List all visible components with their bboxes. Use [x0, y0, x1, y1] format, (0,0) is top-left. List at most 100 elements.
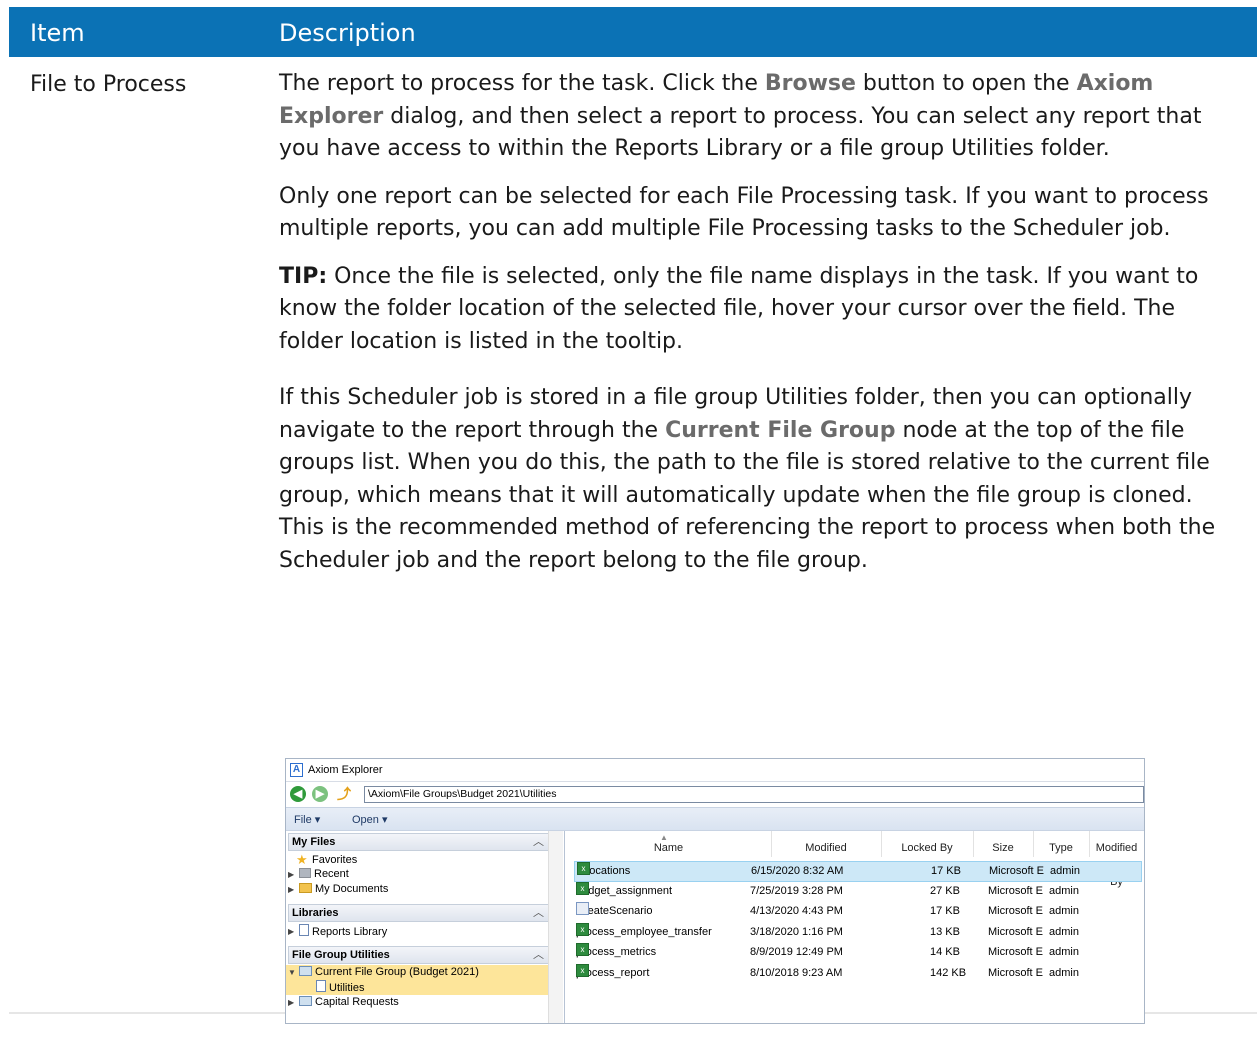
- excel-file-icon: x: [576, 922, 589, 936]
- file-modified-by: admin: [1049, 905, 1079, 918]
- file-name: x process_employee_transfer: [576, 922, 712, 938]
- file-size: 14 KB: [930, 946, 960, 959]
- tip-label: TIP:: [279, 263, 328, 289]
- excel-file-icon: x: [576, 881, 589, 895]
- report-icon: [299, 924, 309, 936]
- explorer-address-bar: ◀ ▶ ⤴ \Axiom\File Groups\Budget 2021\Uti…: [286, 783, 1144, 805]
- file-name: x process_report: [576, 964, 650, 979]
- utilities-folder-icon: [316, 980, 326, 992]
- excel-file-icon: x: [576, 943, 589, 957]
- forward-arrow-icon[interactable]: ▶: [312, 786, 328, 802]
- tree-my-documents[interactable]: ▶ My Documents: [286, 882, 388, 897]
- file-type: Microsoft E: [989, 865, 1045, 877]
- sheet-file-icon: [576, 902, 589, 916]
- explorer-nav-pane: My Files ︿ ★ Favorites ▶ Recent ▶ My Documen…: [286, 831, 565, 1023]
- col-name[interactable]: ▲ Name: [566, 831, 772, 857]
- file-modified-by: admin: [1049, 925, 1079, 938]
- file-row[interactable]: x budget_assignment 7/25/2019 3:28 PM 27 KB…: [574, 881, 1140, 901]
- collapse-icon[interactable]: ▼: [288, 965, 298, 980]
- file-group-icon: [299, 996, 312, 1006]
- nav-scrollbar[interactable]: [548, 831, 563, 1023]
- file-size: 27 KB: [930, 884, 960, 897]
- back-arrow-icon[interactable]: ◀: [290, 786, 306, 802]
- up-folder-icon[interactable]: ⤴: [336, 786, 352, 802]
- address-field[interactable]: \Axiom\File Groups\Budget 2021\Utilities: [364, 786, 1144, 803]
- table-header: Item Description: [9, 7, 1257, 57]
- section-my-files[interactable]: My Files ︿: [288, 833, 551, 851]
- recent-icon: [299, 868, 311, 878]
- file-row[interactable]: x Allocations 6/15/2020 8:32 AM 17 KB Micros…: [574, 861, 1142, 882]
- paragraph-1: The report to process for the task. Clic…: [279, 71, 1202, 161]
- tree-recent[interactable]: ▶ Recent: [286, 867, 349, 882]
- current-file-group-term: Current File Group: [665, 417, 896, 443]
- expand-icon[interactable]: ▶: [288, 924, 298, 939]
- header-item: Item: [30, 19, 85, 47]
- file-size: 142 KB: [930, 967, 967, 979]
- axiom-logo-icon: A: [290, 763, 303, 777]
- tree-reports-library[interactable]: ▶ Reports Library: [286, 924, 387, 939]
- explorer-file-list: ▲ Name Modified Locked By Size Type Modif…: [566, 831, 1144, 1023]
- chevron-up-icon: ︿: [533, 836, 544, 848]
- file-row[interactable]: x process_report 8/10/2018 9:23 AM 142 KB Mi…: [574, 964, 1140, 983]
- tree-capital-requests[interactable]: ▶ Capital Requests: [286, 995, 399, 1010]
- file-modified-by: admin: [1050, 865, 1080, 877]
- file-modified: 8/10/2018 9:23 AM: [750, 967, 843, 979]
- file-size: 17 KB: [930, 905, 960, 918]
- expand-icon[interactable]: ▶: [288, 867, 298, 882]
- section-libraries[interactable]: Libraries ︿: [288, 904, 551, 922]
- file-type: Microsoft E: [988, 946, 1044, 959]
- folder-icon: [299, 883, 312, 893]
- file-type: Microsoft E: [988, 884, 1044, 897]
- star-icon: ★: [296, 852, 308, 867]
- file-name: x budget_assignment: [576, 881, 673, 897]
- file-name: x Allocations: [577, 862, 631, 877]
- explorer-title-bar: A Axiom Explorer: [286, 759, 1144, 782]
- col-type[interactable]: Type: [1033, 831, 1090, 857]
- file-type: Microsoft E: [988, 905, 1044, 918]
- browse-term: Browse: [764, 71, 856, 96]
- file-group-icon: [299, 966, 312, 976]
- excel-file-icon: x: [576, 964, 589, 977]
- file-modified: 6/15/2020 8:32 AM: [751, 865, 844, 877]
- file-name: CreateScenario: [576, 902, 652, 921]
- paragraph-3-tip: TIP: Once the file is selected, only the…: [279, 263, 1199, 354]
- col-modified-by[interactable]: Modified By: [1089, 831, 1144, 888]
- col-locked-by[interactable]: Locked By: [881, 831, 974, 857]
- expand-icon[interactable]: ▶: [288, 995, 298, 1010]
- tree-favorites[interactable]: ★ Favorites: [296, 852, 357, 867]
- file-modified: 4/13/2020 4:43 PM: [750, 905, 843, 918]
- file-modified: 8/9/2019 12:49 PM: [750, 946, 843, 959]
- paragraph-2: Only one report can be selected for each…: [279, 183, 1209, 242]
- section-file-group-utilities[interactable]: File Group Utilities ︿: [288, 946, 551, 964]
- file-modified-by: admin: [1049, 967, 1079, 979]
- chevron-up-icon: ︿: [533, 949, 544, 961]
- col-modified[interactable]: Modified: [771, 831, 882, 857]
- menu-file[interactable]: File ▾: [294, 813, 320, 826]
- file-size: 13 KB: [930, 925, 960, 938]
- file-size: 17 KB: [931, 865, 961, 877]
- explorer-menu-bar: File ▾ Open ▾: [286, 807, 1144, 831]
- file-type: Microsoft E: [988, 925, 1044, 938]
- chevron-up-icon: ︿: [533, 907, 544, 919]
- file-name: x process_metrics: [576, 943, 657, 959]
- axiom-explorer-window: A Axiom Explorer ◀ ▶ ⤴ \Axiom\File Group…: [285, 758, 1145, 1024]
- description-cell: The report to process for the task. Clic…: [279, 68, 1239, 577]
- paragraph-4: If this Scheduler job is stored in a fil…: [279, 385, 1216, 573]
- file-modified-by: admin: [1049, 946, 1079, 959]
- expand-icon[interactable]: ▶: [288, 882, 298, 897]
- file-modified: 3/18/2020 1:16 PM: [750, 925, 843, 938]
- file-row[interactable]: CreateScenario 4/13/2020 4:43 PM 17 KB Micr…: [574, 902, 1140, 921]
- tree-current-file-group[interactable]: ▼ Current File Group (Budget 2021): [286, 965, 479, 980]
- file-modified: 7/25/2019 3:28 PM: [750, 884, 843, 897]
- menu-open[interactable]: Open ▾: [352, 813, 388, 826]
- file-row[interactable]: x process_employee_transfer 3/18/2020 1:16…: [574, 922, 1140, 942]
- explorer-title: Axiom Explorer: [308, 764, 383, 776]
- col-size[interactable]: Size: [973, 831, 1034, 857]
- tree-utilities[interactable]: Utilities: [316, 980, 364, 995]
- item-label: File to Process: [30, 72, 187, 97]
- file-modified-by: admin: [1049, 884, 1079, 897]
- file-type: Microsoft E: [988, 967, 1044, 979]
- sort-caret-icon: ▲: [660, 833, 668, 842]
- excel-file-icon: x: [577, 862, 590, 875]
- file-row[interactable]: x process_metrics 8/9/2019 12:49 PM 14 KB Mi…: [574, 943, 1140, 962]
